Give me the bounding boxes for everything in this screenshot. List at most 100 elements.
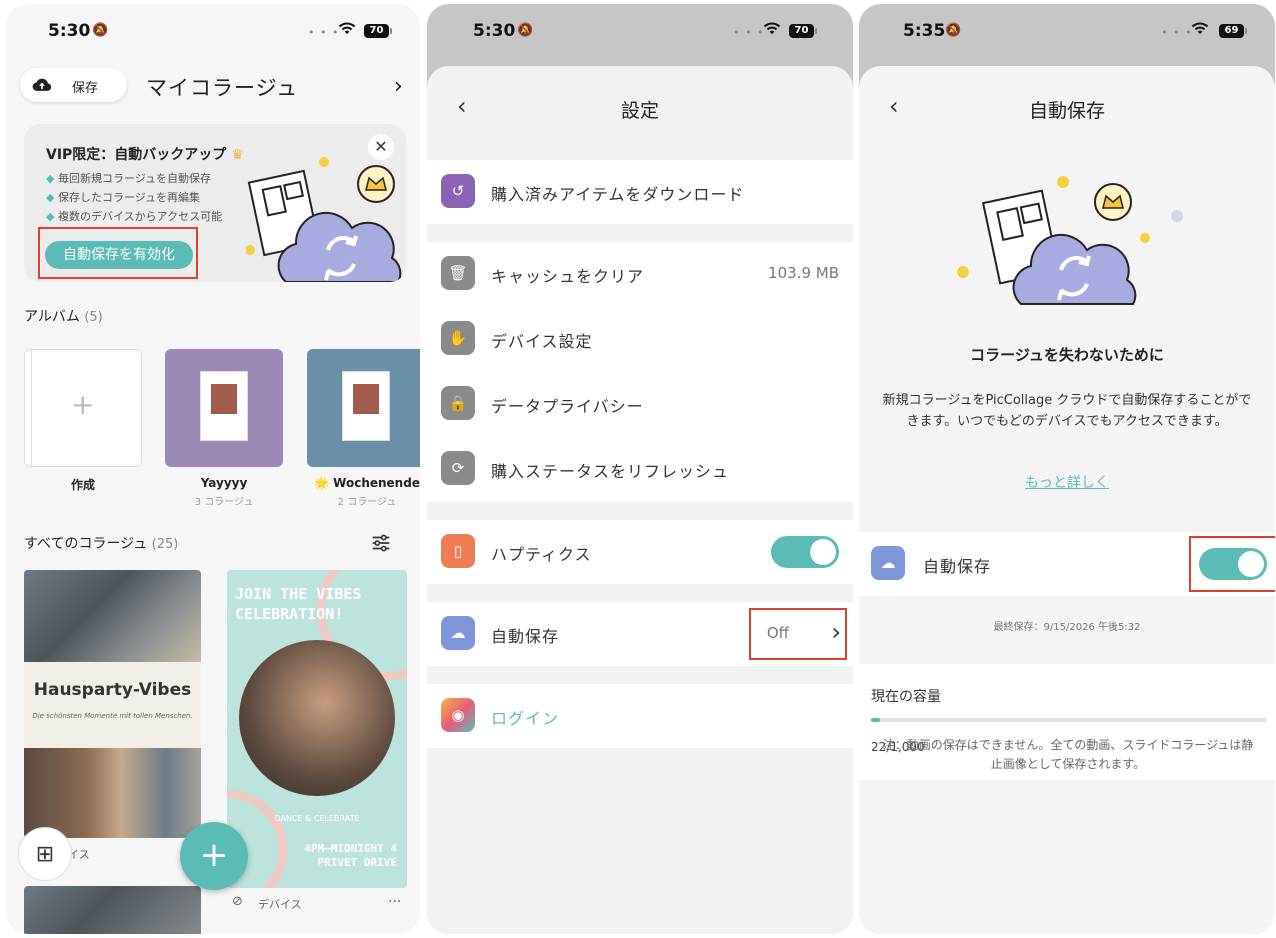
login-row[interactable]: ◉ ログイン [427, 684, 853, 748]
plus-icon: + [71, 388, 95, 421]
status-bar: 5:30 🔕 • • • • 70 [427, 4, 853, 60]
row-label: 自動保存 [491, 627, 560, 646]
vip-feature-list: 毎回新規コラージュを自動保存 保存したコラージュを再編集 複数のデバイスからアク… [46, 169, 222, 226]
download-purchases-row[interactable]: ↺ 購入済みアイテムをダウンロード [427, 160, 853, 224]
album-name: 🌟 Wochenende [314, 476, 420, 490]
settings-group: ▯ ハプティクス [427, 520, 853, 584]
settings-group: ◉ ログイン [427, 684, 853, 748]
album-count: 2 コラージュ [337, 497, 397, 508]
refresh-icon: ⟳ [441, 451, 475, 485]
trash-icon: 🗑 [441, 256, 475, 290]
status-time: 5:35 [903, 21, 946, 41]
capacity-progress-bar [871, 718, 1267, 722]
settings-group: ↺ 購入済みアイテムをダウンロード [427, 160, 853, 224]
cache-size: 103.9 MB [768, 264, 839, 282]
crown-icon: ♛ [231, 147, 244, 163]
cloud-sync-illustration [957, 176, 1183, 305]
highlight-box [749, 608, 847, 660]
login-label: ログイン [491, 709, 560, 728]
highlight-box [38, 227, 198, 279]
row-label: 購入ステータスをリフレッシュ [491, 462, 730, 481]
settings-group: 🗑 キャッシュをクリア 103.9 MB ✋ デバイス設定 🔒 データプライバシ… [427, 242, 853, 502]
capacity-progress-fill [871, 718, 880, 722]
album-card[interactable] [307, 349, 420, 467]
chevron-right-icon[interactable]: › [394, 74, 403, 99]
row-label: デバイス設定 [491, 332, 593, 351]
bell-muted-icon: 🔕 [92, 23, 109, 38]
save-button[interactable]: 保存 [20, 68, 127, 102]
cloud-icon: ☁ [441, 616, 475, 650]
collage-title: Hausparty-Vibes [33, 680, 192, 700]
settings-sheet: ‹ 設定 ↺ 購入済みアイテムをダウンロード 🗑 キャッシュをクリア 103.9… [427, 66, 853, 934]
status-time: 5:30 [48, 21, 91, 41]
cloud-upload-icon [32, 78, 52, 91]
collage-header: JOIN THE VIBES CELEBRATION! [235, 585, 362, 623]
clear-cache-row[interactable]: 🗑 キャッシュをクリア 103.9 MB [427, 242, 853, 306]
page-title: マイコラージュ [146, 76, 299, 100]
all-collages-heading: すべてのコラージュ [24, 536, 148, 552]
album-name: Yayyyy [200, 476, 248, 490]
app-logo-icon: ◉ [441, 698, 475, 732]
collage-text: DANCE & CELEBRATE [274, 814, 360, 823]
bell-muted-icon: 🔕 [517, 23, 534, 38]
wifi-icon [763, 22, 781, 34]
status-bar: 5:30 🔕 • • • • 70 [6, 4, 420, 60]
autosave-heading: コラージュを失わないために [970, 346, 1164, 364]
album-cover-photo [342, 371, 390, 441]
battery-icon: 69 [1219, 24, 1247, 38]
albums-count: (5) [84, 310, 103, 325]
status-bar: 5:35 🔕 • • • • 69 [859, 4, 1275, 60]
screen-my-collages: 5:30 🔕 • • • • 70 保存 マイコラージュ › VIP限定：自動バ… [6, 4, 420, 934]
vip-feature: 毎回新規コラージュを自動保存 [46, 169, 222, 188]
album-count: 3 コラージュ [194, 497, 254, 508]
album-card[interactable] [165, 349, 283, 467]
collage-photo [24, 748, 201, 838]
learn-more-link[interactable]: もっと詳しく [859, 472, 1275, 492]
cloud-sync-illustration [246, 157, 402, 282]
bell-muted-icon: 🔕 [945, 23, 962, 38]
more-options-icon[interactable]: ··· [388, 894, 401, 910]
haptics-row: ▯ ハプティクス [427, 520, 853, 584]
all-collages-count: (25) [151, 537, 179, 552]
vip-feature: 保存したコラージュを再編集 [46, 188, 222, 207]
collage-photo [239, 640, 395, 796]
battery-icon: 70 [789, 24, 817, 38]
save-button-label: 保存 [72, 81, 99, 96]
data-privacy-row[interactable]: 🔒 データプライバシー [427, 372, 853, 436]
add-collage-button[interactable]: + [180, 822, 248, 890]
video-note: 注：動画の保存はできません。全ての動画、スライドコラージュは静止画像として保存さ… [882, 738, 1254, 771]
screen-autosave: 5:35 🔕 • • • • 69 ‹ 自動保存 コラージュを失わないために 新… [859, 4, 1275, 934]
close-icon[interactable]: ✕ [368, 134, 394, 160]
albums-heading: アルバム [24, 309, 80, 325]
lock-icon: 🔒 [441, 386, 475, 420]
haptics-toggle[interactable] [771, 536, 839, 568]
collage-photo [24, 570, 201, 662]
collage-text: 4PM–MIDNIGHT 4 PRIVET DRIVE [304, 842, 397, 869]
screen-settings: 5:30 🔕 • • • • 70 ‹ 設定 ↺ 購入済みアイテムをダウンロード… [427, 4, 853, 934]
hand-icon: ✋ [441, 321, 475, 355]
device-settings-row[interactable]: ✋ デバイス設定 [427, 307, 853, 371]
collage-thumbnail[interactable]: Hausparty-Vibes Die schönsten Momente mi… [24, 570, 201, 838]
row-label: 購入済みアイテムをダウンロード [491, 185, 745, 204]
autosave-description: 新規コラージュをPicCollage クラウドで自動保存することができます。いつ… [882, 393, 1252, 429]
album-cover-photo [200, 371, 248, 441]
capacity-label: 現在の容量 [871, 689, 941, 705]
refresh-purchase-row[interactable]: ⟳ 購入ステータスをリフレッシュ [427, 437, 853, 501]
create-album-button[interactable]: + [24, 349, 142, 467]
collage-thumbnail[interactable]: JOIN THE VIBES CELEBRATION! DANCE & CELE… [227, 570, 407, 888]
history-icon: ↺ [441, 174, 475, 208]
album-name: 作成 [70, 478, 95, 492]
collage-device-label: デバイス [258, 898, 302, 911]
highlight-box [1189, 536, 1275, 592]
row-label: キャッシュをクリア [491, 267, 645, 286]
vip-title: VIP限定：自動バックアップ [46, 147, 227, 163]
filter-settings-icon[interactable] [370, 532, 392, 554]
collage-thumbnail[interactable] [24, 886, 201, 934]
vibrate-icon: ▯ [441, 534, 475, 568]
autosave-sheet: ‹ 自動保存 コラージュを失わないために 新規コラージュをPicCollage … [859, 66, 1275, 934]
new-page-icon[interactable]: ⊞ [18, 827, 72, 881]
page-title: 自動保存 [1028, 100, 1105, 122]
vip-feature: 複数のデバイスからアクセス可能 [46, 207, 222, 226]
page-title: 設定 [620, 100, 659, 122]
wifi-icon [338, 22, 356, 34]
